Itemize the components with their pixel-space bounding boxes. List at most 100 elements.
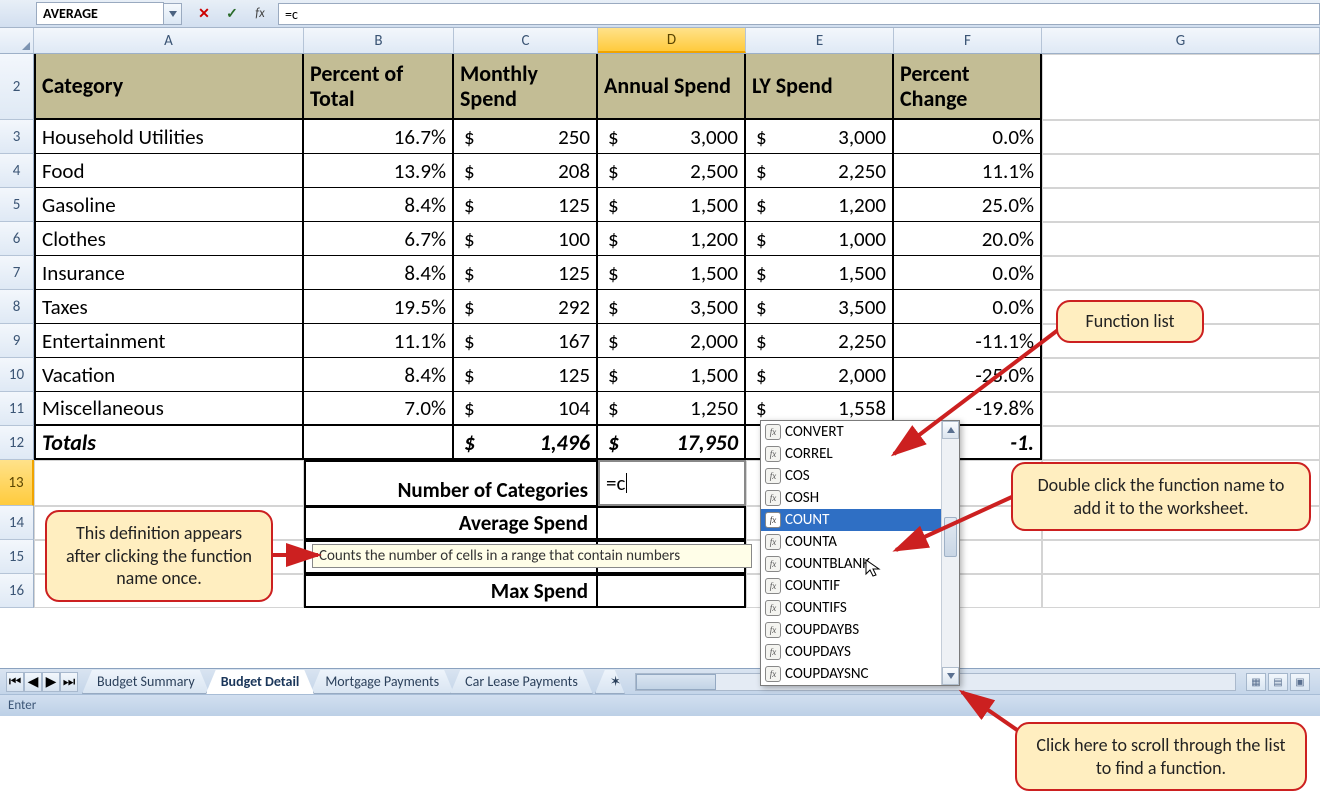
function-item[interactable]: fxCOUPDAYSNC	[761, 663, 959, 685]
label-max-spend[interactable]: Max Spend	[304, 574, 598, 608]
cell-D16[interactable]	[598, 574, 746, 608]
cell-change[interactable]: -25.0%	[894, 358, 1042, 392]
row-header-2[interactable]: 2	[0, 54, 34, 120]
cell-category[interactable]: Gasoline	[34, 188, 304, 222]
cell-monthly[interactable]: $125	[454, 188, 598, 222]
cell-pct[interactable]: 7.0%	[304, 392, 454, 426]
hscroll-thumb[interactable]	[636, 674, 716, 690]
cell-G12[interactable]	[1042, 426, 1320, 460]
cell-category[interactable]: Household Utilities	[34, 120, 304, 154]
cell-category[interactable]: Miscellaneous	[34, 392, 304, 426]
function-autocomplete-dropdown[interactable]: fxCONVERTfxCORRELfxCOSfxCOSHfxCOUNTfxCOU…	[760, 420, 960, 686]
function-item[interactable]: fxCOUNTIF	[761, 575, 959, 597]
enter-icon[interactable]: ✓	[220, 3, 244, 25]
cell-ly[interactable]: $3,000	[746, 120, 894, 154]
totals-annual[interactable]: $17,950	[598, 426, 746, 460]
cell-G[interactable]	[1042, 188, 1320, 222]
row-header-12[interactable]: 12	[0, 426, 34, 460]
cell-annual[interactable]: $1,500	[598, 256, 746, 290]
cell-pct[interactable]: 8.4%	[304, 256, 454, 290]
cell-D13-editing[interactable]: =c	[598, 460, 746, 506]
cell-annual[interactable]: $1,500	[598, 358, 746, 392]
cell-category[interactable]: Clothes	[34, 222, 304, 256]
cell-monthly[interactable]: $100	[454, 222, 598, 256]
cell-change[interactable]: -11.1%	[894, 324, 1042, 358]
header-category[interactable]: Category	[34, 54, 304, 120]
formula-input[interactable]: =c	[278, 3, 1320, 25]
cell-monthly[interactable]: $250	[454, 120, 598, 154]
cell-monthly[interactable]: $292	[454, 290, 598, 324]
cell-category[interactable]: Food	[34, 154, 304, 188]
tab-nav-prev-icon[interactable]: ◀	[24, 672, 42, 692]
cell-ly[interactable]: $3,500	[746, 290, 894, 324]
cancel-icon[interactable]: ✕	[192, 3, 216, 25]
cell-pct[interactable]: 11.1%	[304, 324, 454, 358]
function-item[interactable]: fxCOUNT	[761, 509, 959, 531]
sheet-tab[interactable]: Car Lease Payments	[450, 670, 593, 694]
view-page-layout-icon[interactable]: ▤	[1268, 673, 1288, 691]
header-pct[interactable]: Percent of Total	[304, 54, 454, 120]
cell-annual[interactable]: $1,500	[598, 188, 746, 222]
row-header-7[interactable]: 7	[0, 256, 34, 290]
cell-annual[interactable]: $1,250	[598, 392, 746, 426]
function-item[interactable]: fxCOUNTBLANK	[761, 553, 959, 575]
cell-annual[interactable]: $1,200	[598, 222, 746, 256]
row-header-6[interactable]: 6	[0, 222, 34, 256]
header-monthly[interactable]: Monthly Spend	[454, 54, 598, 120]
header-change[interactable]: Percent Change	[894, 54, 1042, 120]
view-normal-icon[interactable]: ▦	[1246, 673, 1266, 691]
cell-change[interactable]: 25.0%	[894, 188, 1042, 222]
totals-label[interactable]: Totals	[34, 426, 304, 460]
function-item[interactable]: fxCOUPDAYBS	[761, 619, 959, 641]
select-all-corner[interactable]	[0, 28, 34, 53]
col-header-E[interactable]: E	[746, 28, 894, 53]
cell-D14[interactable]	[598, 506, 746, 540]
row-header-13[interactable]: 13	[0, 460, 34, 506]
sheet-tab[interactable]: Budget Detail	[206, 670, 315, 694]
cell-monthly[interactable]: $208	[454, 154, 598, 188]
cell-change[interactable]: 0.0%	[894, 256, 1042, 290]
label-avg-spend[interactable]: Average Spend	[304, 506, 598, 540]
row-header-16[interactable]: 16	[0, 574, 34, 608]
cell-G15[interactable]	[1042, 540, 1320, 574]
col-header-D[interactable]: D	[598, 28, 746, 53]
row-header-3[interactable]: 3	[0, 120, 34, 154]
totals-monthly[interactable]: $1,496	[454, 426, 598, 460]
cell-pct[interactable]: 13.9%	[304, 154, 454, 188]
sheet-tab[interactable]: Mortgage Payments	[310, 670, 454, 694]
cell-category[interactable]: Taxes	[34, 290, 304, 324]
cell-pct[interactable]: 8.4%	[304, 358, 454, 392]
cell-annual[interactable]: $2,000	[598, 324, 746, 358]
row-header-8[interactable]: 8	[0, 290, 34, 324]
cell-pct[interactable]: 16.7%	[304, 120, 454, 154]
cell-change[interactable]: 0.0%	[894, 290, 1042, 324]
function-item[interactable]: fxCOUNTA	[761, 531, 959, 553]
row-header-15[interactable]: 15	[0, 540, 34, 574]
cell-G[interactable]	[1042, 154, 1320, 188]
cell-ly[interactable]: $1,000	[746, 222, 894, 256]
cell-category[interactable]: Vacation	[34, 358, 304, 392]
header-annual[interactable]: Annual Spend	[598, 54, 746, 120]
cell-ly[interactable]: $2,250	[746, 324, 894, 358]
name-box[interactable]: AVERAGE	[36, 2, 164, 25]
function-item[interactable]: fxCONVERT	[761, 421, 959, 443]
row-header-14[interactable]: 14	[0, 506, 34, 540]
col-header-G[interactable]: G	[1042, 28, 1320, 53]
function-item[interactable]: fxCOS	[761, 465, 959, 487]
col-header-F[interactable]: F	[894, 28, 1042, 53]
row-header-11[interactable]: 11	[0, 392, 34, 426]
cell-pct[interactable]: 19.5%	[304, 290, 454, 324]
cell-G16[interactable]	[1042, 574, 1320, 608]
col-header-C[interactable]: C	[454, 28, 598, 53]
function-item[interactable]: fxCOSH	[761, 487, 959, 509]
cell-change[interactable]: 11.1%	[894, 154, 1042, 188]
cell-change[interactable]: 20.0%	[894, 222, 1042, 256]
cell-annual[interactable]: $3,000	[598, 120, 746, 154]
cell-ly[interactable]: $2,000	[746, 358, 894, 392]
cell-annual[interactable]: $2,500	[598, 154, 746, 188]
fx-icon[interactable]: fx	[248, 3, 272, 25]
row-header-5[interactable]: 5	[0, 188, 34, 222]
sheet-tab[interactable]: Budget Summary	[82, 670, 210, 694]
totals-B[interactable]	[304, 426, 454, 460]
cell-G[interactable]	[1042, 222, 1320, 256]
